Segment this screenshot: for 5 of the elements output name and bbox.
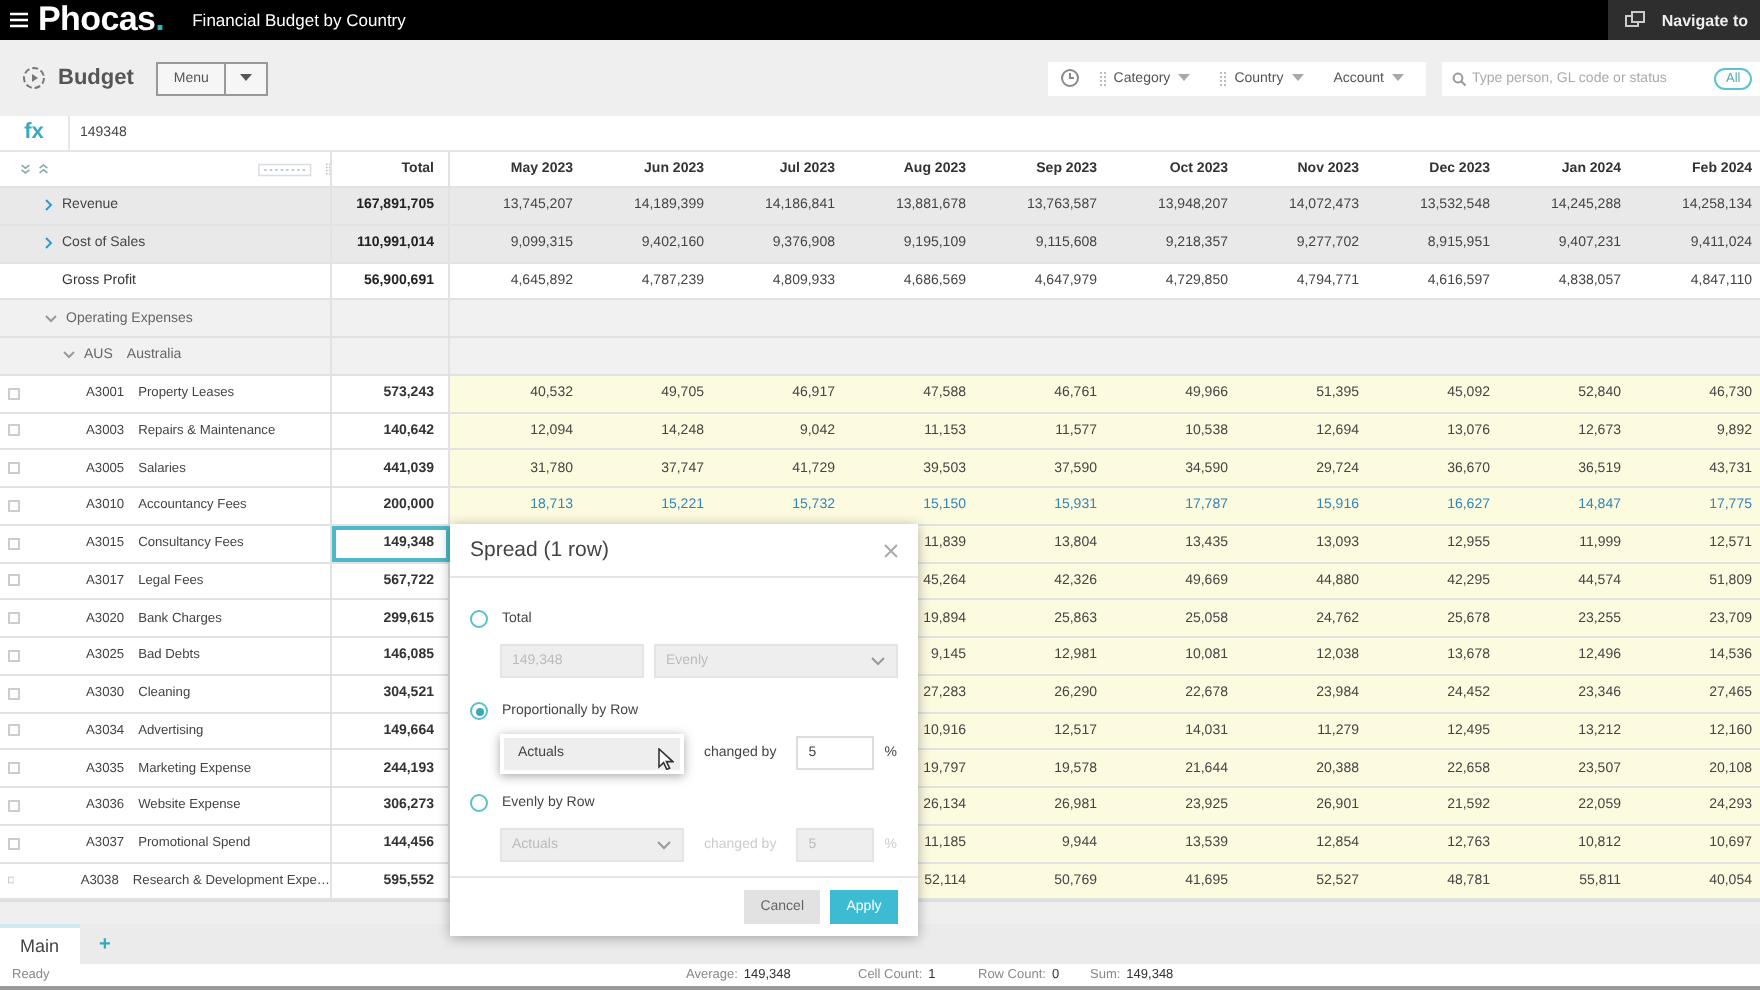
formula-label: fx xyxy=(0,116,70,150)
dialog-title: Spread (1 row) xyxy=(470,538,609,562)
app-title: Financial Budget by Country xyxy=(192,10,406,30)
page-title: Budget xyxy=(58,66,134,90)
logo: Phocas. xyxy=(38,0,165,40)
